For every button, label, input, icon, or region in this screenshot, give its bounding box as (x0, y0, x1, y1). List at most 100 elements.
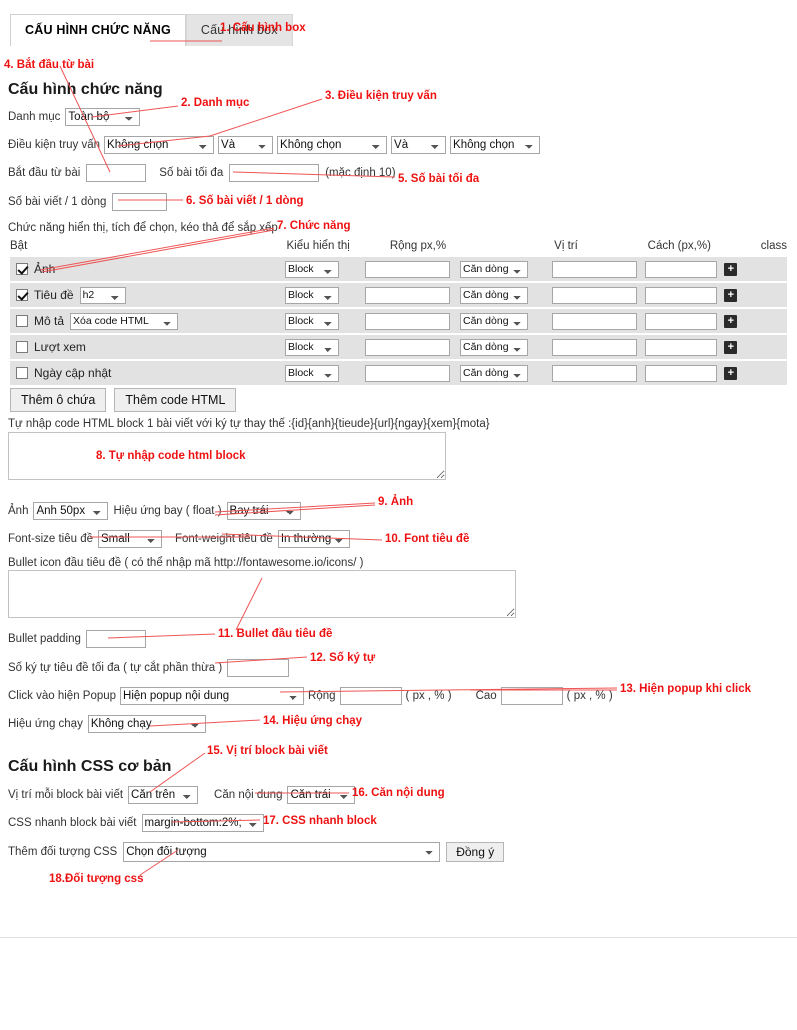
them-code-html-button[interactable]: Thêm code HTML (114, 388, 237, 412)
them-o-chua-button[interactable]: Thêm ô chứa (10, 388, 107, 412)
table-row[interactable]: Lượt xem Block Căn dòng + (10, 335, 787, 361)
select-row-2-vitri[interactable]: Căn dòng (460, 312, 528, 330)
checkbox-row-4[interactable] (16, 367, 28, 379)
select-vi-tri-block[interactable]: Căn trên (128, 786, 199, 804)
select-can-noi-dung[interactable]: Căn trái (287, 786, 356, 804)
annotation-a11: 11. Bullet đầu tiêu đề (218, 628, 333, 640)
cell-cach-4 (552, 364, 645, 382)
input-row-2-class[interactable] (645, 312, 717, 330)
annotation-a16: 16. Căn nội dung (352, 787, 445, 799)
cell-rong-0 (365, 260, 460, 278)
label-dieu-kien-truy-van: Điều kiện truy vấn (8, 139, 101, 151)
select-dieu-kien-1[interactable]: Không chọn (104, 136, 215, 154)
select-row-1-sub[interactable]: h2 (79, 286, 126, 304)
input-row-4-cach[interactable] (552, 364, 637, 382)
input-row-0-class[interactable] (645, 260, 717, 278)
function-table: Bật Kiểu hiển thị Rộng px,% Vị trí Cách … (10, 240, 787, 387)
table-row[interactable]: Ảnh Block Căn dòng + (10, 257, 787, 283)
select-anh-size[interactable]: Ảnh 50px (33, 502, 109, 520)
input-row-2-cach[interactable] (552, 312, 637, 330)
checkbox-row-1[interactable] (16, 289, 28, 301)
hint-chuc-nang: Chức năng hiển thị, tích để chọn, kéo th… (8, 222, 278, 234)
cell-cach-2 (552, 312, 645, 330)
annotation-a17: 17. CSS nhanh block (263, 815, 377, 827)
label-vi-tri-block: Vị trí mỗi block bài viết (8, 789, 124, 801)
input-row-1-cach[interactable] (552, 286, 637, 304)
label-row-2: Mô tả (34, 314, 65, 328)
label-tu-nhap-code-html: Tự nhập code HTML block 1 bài viết với k… (8, 418, 490, 430)
select-row-3-kieu[interactable]: Block (285, 338, 339, 356)
select-dieu-kien-2[interactable]: Không chọn (277, 136, 388, 154)
select-font-weight[interactable]: In thường (277, 530, 350, 548)
table-row[interactable]: Ngày cập nhật Block Căn dòng + (10, 361, 787, 387)
table-row[interactable]: Tiêu đề h2 Block Căn dòng + (10, 283, 787, 309)
tab-cau-hinh-chuc-nang[interactable]: CẤU HÌNH CHỨC NĂNG (10, 14, 186, 46)
input-row-1-rong[interactable] (365, 286, 450, 304)
cell-class-2: + (645, 312, 745, 330)
add-row-3-icon[interactable]: + (724, 341, 738, 354)
select-row-2-kieu[interactable]: Block (285, 312, 339, 330)
input-row-2-rong[interactable] (365, 312, 450, 330)
add-row-4-icon[interactable]: + (724, 367, 738, 380)
label-row-1: Tiêu đề (34, 288, 74, 302)
annotation-a8: 8. Tự nhập code html block (96, 450, 246, 462)
input-bullet-padding[interactable] (85, 630, 146, 648)
select-row-4-kieu[interactable]: Block (285, 364, 339, 382)
annotation-a10: 10. Font tiêu đề (385, 533, 470, 545)
input-row-4-class[interactable] (645, 364, 717, 382)
label-danh-muc: Danh mục (8, 111, 61, 123)
select-hieu-ung-chay[interactable]: Không chạy (87, 715, 206, 733)
cell-kieu-4: Block (285, 364, 365, 382)
cell-class-1: + (645, 286, 745, 304)
cell-bat-4: Ngày cập nhật (10, 366, 285, 380)
annotation-a1: 1. Cấu hình box (220, 22, 306, 34)
textarea-bullet-icon[interactable] (8, 570, 516, 618)
checkbox-row-0[interactable] (16, 263, 28, 275)
cell-vitri-1: Căn dòng (460, 286, 552, 304)
checkbox-row-3[interactable] (16, 341, 28, 353)
input-row-0-rong[interactable] (365, 260, 450, 278)
input-row-3-cach[interactable] (552, 338, 637, 356)
row-add-buttons: Thêm ô chứa Thêm code HTML (10, 388, 237, 412)
select-popup-type[interactable]: Hiện popup nội dung (120, 687, 305, 705)
cell-kieu-1: Block (285, 286, 365, 304)
select-css-nhanh[interactable]: margin-bottom:2%; (141, 814, 264, 832)
input-bat-dau-tu-bai[interactable] (86, 164, 147, 182)
select-hieu-ung-bay[interactable]: Bay trái (226, 502, 301, 520)
select-dieu-kien-3[interactable]: Không chọn (450, 136, 541, 154)
cell-rong-4 (365, 364, 460, 382)
label-can-noi-dung: Căn nội dung (214, 789, 283, 801)
select-font-size[interactable]: Small (98, 530, 163, 548)
note-mac-dinh: (mặc định 10) (325, 167, 396, 179)
checkbox-row-2[interactable] (16, 315, 28, 327)
select-row-3-vitri[interactable]: Căn dòng (460, 338, 528, 356)
input-row-4-rong[interactable] (365, 364, 450, 382)
select-toan-tu-2[interactable]: Và (391, 136, 447, 154)
select-row-1-vitri[interactable]: Căn dòng (460, 286, 528, 304)
select-danh-muc[interactable]: Toàn bộ (65, 108, 141, 126)
add-row-1-icon[interactable]: + (724, 289, 738, 302)
th-class: class (760, 240, 787, 252)
dong-y-button[interactable]: Đồng ý (446, 842, 505, 862)
add-row-0-icon[interactable]: + (724, 263, 738, 276)
add-row-2-icon[interactable]: + (724, 315, 738, 328)
input-so-bai-toi-da[interactable] (229, 164, 320, 182)
input-row-1-class[interactable] (645, 286, 717, 304)
input-so-bai-viet-mot-dong[interactable] (112, 193, 168, 211)
select-doi-tuong-css[interactable]: Chọn đối tượng (123, 842, 441, 862)
input-popup-rong[interactable] (339, 687, 402, 705)
input-row-3-rong[interactable] (365, 338, 450, 356)
input-popup-cao[interactable] (500, 687, 563, 705)
select-toan-tu-1[interactable]: Và (218, 136, 274, 154)
input-so-ky-tu-tieu-de[interactable] (227, 659, 290, 677)
table-row[interactable]: Mô tả Xóa code HTML Block Căn dòng + (10, 309, 787, 335)
cell-vitri-0: Căn dòng (460, 260, 552, 278)
select-row-2-sub[interactable]: Xóa code HTML (70, 312, 179, 330)
select-row-0-kieu[interactable]: Block (285, 260, 339, 278)
input-row-3-class[interactable] (645, 338, 717, 356)
input-row-0-cach[interactable] (552, 260, 637, 278)
select-row-1-kieu[interactable]: Block (285, 286, 339, 304)
label-row-4: Ngày cập nhật (34, 366, 112, 380)
select-row-0-vitri[interactable]: Căn dòng (460, 260, 528, 278)
select-row-4-vitri[interactable]: Căn dòng (460, 364, 528, 382)
